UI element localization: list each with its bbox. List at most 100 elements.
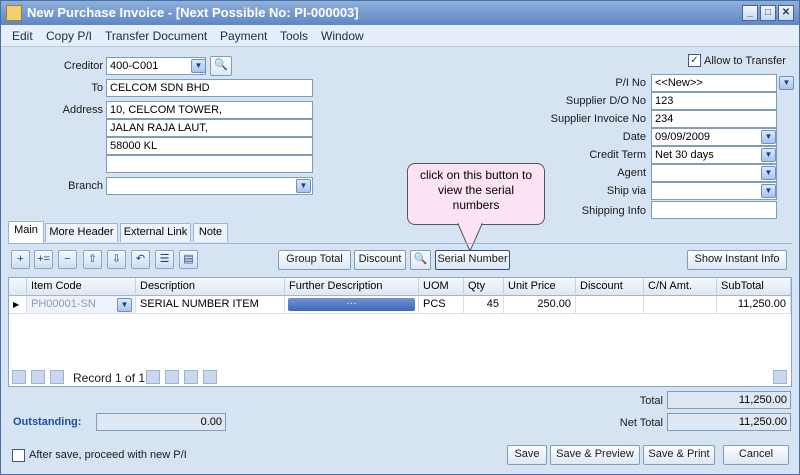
branch-label: Branch bbox=[68, 180, 103, 192]
cell-unit-price[interactable]: 250.00 bbox=[504, 296, 576, 314]
cell-cn-amt[interactable] bbox=[644, 296, 717, 314]
cell-subtotal[interactable]: 11,250.00 bbox=[717, 296, 791, 314]
move-up-icon[interactable]: ⇧ bbox=[83, 250, 102, 269]
save-preview-button[interactable]: Save & Preview bbox=[550, 445, 640, 465]
last-record-icon[interactable] bbox=[184, 370, 198, 384]
outstanding-value: 0.00 bbox=[96, 413, 226, 431]
col-uom[interactable]: UOM bbox=[419, 278, 464, 296]
address-line-3[interactable]: 58000 KL bbox=[106, 137, 313, 155]
tab-main[interactable]: Main bbox=[8, 221, 44, 243]
to-field[interactable]: CELCOM SDN BHD bbox=[106, 79, 313, 97]
purchase-invoice-window: New Purchase Invoice - [Next Possible No… bbox=[0, 0, 800, 475]
maximize-icon[interactable]: □ bbox=[760, 5, 776, 21]
col-unit-price[interactable]: Unit Price bbox=[504, 278, 576, 296]
cell-further-description[interactable]: ··· bbox=[285, 296, 419, 314]
menu-copy-pi[interactable]: Copy P/I bbox=[46, 29, 92, 43]
scroll-right-icon[interactable] bbox=[773, 370, 787, 384]
chevron-down-icon[interactable]: ▼ bbox=[761, 130, 776, 144]
menu-transfer-document[interactable]: Transfer Document bbox=[105, 29, 207, 43]
cell-uom[interactable]: PCS bbox=[419, 296, 464, 314]
cell-discount[interactable] bbox=[576, 296, 644, 314]
chevron-down-icon[interactable]: ▼ bbox=[296, 179, 311, 193]
chevron-down-icon[interactable]: ▼ bbox=[117, 298, 132, 312]
tab-divider bbox=[8, 243, 792, 244]
callout-tooltip: click on this button to view the serial … bbox=[407, 163, 545, 225]
address-line-4[interactable] bbox=[106, 155, 313, 173]
move-down-icon[interactable]: ⇩ bbox=[107, 250, 126, 269]
search-button[interactable]: 🔍 bbox=[410, 250, 431, 270]
save-print-button[interactable]: Save & Print bbox=[643, 445, 715, 465]
col-description[interactable]: Description bbox=[136, 278, 285, 296]
app-icon bbox=[6, 5, 22, 21]
creditor-label: Creditor bbox=[63, 60, 103, 72]
credit-term-field[interactable]: Net 30 days bbox=[651, 146, 777, 164]
chevron-down-icon[interactable]: ▼ bbox=[779, 76, 794, 90]
detail-icon[interactable]: ▤ bbox=[179, 250, 198, 269]
tab-external-link[interactable]: External Link bbox=[120, 223, 191, 242]
record-counter: Record 1 of 1 bbox=[73, 371, 146, 385]
next-record-icon[interactable] bbox=[146, 370, 160, 384]
col-discount[interactable]: Discount bbox=[576, 278, 644, 296]
supplier-do-field[interactable]: 123 bbox=[651, 92, 777, 110]
show-instant-info-button[interactable]: Show Instant Info bbox=[687, 250, 787, 270]
title-bar: New Purchase Invoice - [Next Possible No… bbox=[1, 1, 799, 25]
col-item-code[interactable]: Item Code bbox=[27, 278, 136, 296]
serial-number-button[interactable]: Serial Number bbox=[435, 250, 510, 270]
pi-no-field[interactable]: <<New>> bbox=[651, 74, 777, 92]
group-total-button[interactable]: Group Total bbox=[278, 250, 351, 270]
undo-icon[interactable]: ↶ bbox=[131, 250, 150, 269]
list-icon[interactable]: ☰ bbox=[155, 250, 174, 269]
after-save-label: After save, proceed with new P/I bbox=[29, 449, 187, 461]
menu-payment[interactable]: Payment bbox=[220, 29, 267, 43]
allow-transfer-checkbox[interactable]: ✓ bbox=[688, 54, 701, 67]
col-cn-amt[interactable]: C/N Amt. bbox=[644, 278, 717, 296]
allow-transfer-label: Allow to Transfer bbox=[704, 55, 786, 67]
tab-note[interactable]: Note bbox=[193, 223, 228, 242]
first-record-icon[interactable] bbox=[12, 370, 26, 384]
callout-text: click on this button to view the serial … bbox=[419, 168, 533, 212]
net-total-value: 11,250.00 bbox=[667, 413, 791, 431]
date-label: Date bbox=[622, 131, 646, 143]
shipping-info-field[interactable] bbox=[651, 201, 777, 219]
add-icon[interactable]: + bbox=[11, 250, 30, 269]
minimize-icon[interactable]: _ bbox=[742, 5, 758, 21]
menu-edit[interactable]: Edit bbox=[12, 29, 33, 43]
further-description-button[interactable]: ··· bbox=[288, 298, 415, 311]
prev-record-icon[interactable] bbox=[50, 370, 64, 384]
add-record-icon[interactable] bbox=[203, 370, 217, 384]
supplier-invoice-field[interactable]: 234 bbox=[651, 110, 777, 128]
save-button[interactable]: Save bbox=[507, 445, 547, 465]
chevron-down-icon[interactable]: ▼ bbox=[761, 148, 776, 162]
cancel-button[interactable]: Cancel bbox=[723, 445, 789, 465]
menu-window[interactable]: Window bbox=[321, 29, 364, 43]
chevron-down-icon[interactable]: ▼ bbox=[761, 166, 776, 180]
chevron-down-icon[interactable]: ▼ bbox=[191, 59, 206, 73]
chevron-down-icon[interactable]: ▼ bbox=[761, 184, 776, 198]
address-label: Address bbox=[62, 104, 103, 116]
prev-page-icon[interactable] bbox=[31, 370, 45, 384]
menu-tools[interactable]: Tools bbox=[280, 29, 308, 43]
cell-description[interactable]: SERIAL NUMBER ITEM bbox=[136, 296, 285, 314]
delete-icon[interactable]: − bbox=[58, 250, 77, 269]
col-subtotal[interactable]: SubTotal bbox=[717, 278, 791, 296]
date-field[interactable]: 09/09/2009 bbox=[651, 128, 777, 146]
col-further-description[interactable]: Further Description bbox=[285, 278, 419, 296]
next-page-icon[interactable] bbox=[165, 370, 179, 384]
agent-field[interactable] bbox=[651, 164, 777, 182]
pi-no-label: P/I No bbox=[615, 77, 646, 89]
insert-icon[interactable]: += bbox=[34, 250, 53, 269]
address-line-2[interactable]: JALAN RAJA LAUT, bbox=[106, 119, 313, 137]
discount-button[interactable]: Discount bbox=[354, 250, 406, 270]
credit-term-label: Credit Term bbox=[589, 149, 646, 161]
tab-more-header[interactable]: More Header bbox=[45, 223, 118, 242]
address-line-1[interactable]: 10, CELCOM TOWER, bbox=[106, 101, 313, 119]
ship-via-field[interactable] bbox=[651, 182, 777, 200]
search-creditor-button[interactable]: 🔍 bbox=[210, 56, 232, 76]
cell-qty[interactable]: 45 bbox=[464, 296, 504, 314]
after-save-checkbox[interactable] bbox=[12, 449, 25, 462]
supplier-do-label: Supplier D/O No bbox=[565, 95, 646, 107]
branch-field[interactable] bbox=[106, 177, 313, 195]
total-value: 11,250.00 bbox=[667, 391, 791, 409]
close-icon[interactable]: ✕ bbox=[778, 5, 794, 21]
col-qty[interactable]: Qty bbox=[464, 278, 504, 296]
